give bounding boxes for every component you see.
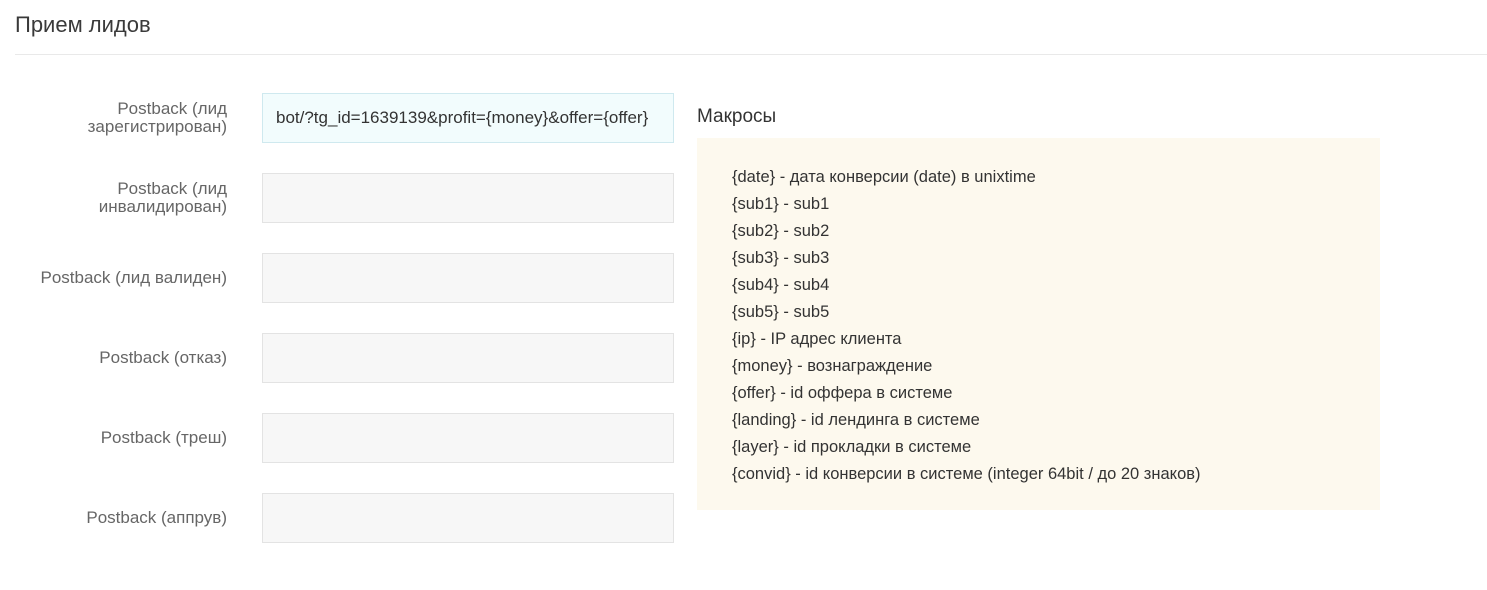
macros-panel: {date} - дата конверсии (date) в unixtim… — [697, 138, 1380, 510]
postback-row-valid: Postback (лид валиден) — [0, 253, 680, 303]
postback-row-approved: Postback (аппрув) — [0, 493, 680, 543]
postback-row-rejected: Postback (отказ) — [0, 333, 680, 383]
macro-item: {sub3} - sub3 — [732, 249, 830, 267]
postback-label-rejected: Postback (отказ) — [99, 348, 227, 367]
page-title: Прием лидов — [15, 12, 151, 37]
macro-item: {money} - вознаграждение — [732, 357, 933, 375]
postback-label-trash: Postback (треш) — [100, 428, 227, 447]
macro-item: {sub4} - sub4 — [732, 276, 830, 294]
postback-input-trash[interactable] — [262, 413, 674, 463]
macro-item: {convid} - id конверсии в системе (integ… — [732, 465, 1201, 483]
macros-title: Макросы — [697, 106, 777, 127]
postback-input-approved[interactable] — [262, 493, 674, 543]
postback-input-valid[interactable] — [262, 253, 674, 303]
macro-item: {ip} - IP адрес клиента — [732, 330, 902, 348]
postback-label-invalidated: Postback (лид инвалидирован) — [98, 179, 227, 216]
postback-label-approved: Postback (аппрув) — [86, 508, 227, 527]
macro-item: {landing} - id лендинга в системе — [732, 411, 980, 429]
macro-item: {sub2} - sub2 — [732, 222, 830, 240]
postback-row-trash: Postback (треш) — [0, 413, 680, 463]
header-divider — [15, 54, 1487, 55]
macro-item: {offer} - id оффера в системе — [732, 384, 953, 402]
postback-input-registered[interactable] — [262, 93, 674, 143]
macro-item: {sub5} - sub5 — [732, 303, 830, 321]
postback-input-invalidated[interactable] — [262, 173, 674, 223]
postback-row-invalidated: Postback (лид инвалидирован) — [0, 173, 680, 223]
postback-label-valid: Postback (лид валиден) — [40, 268, 227, 287]
postback-input-rejected[interactable] — [262, 333, 674, 383]
macro-item: {sub1} - sub1 — [732, 195, 830, 213]
macro-item: {date} - дата конверсии (date) в unixtim… — [732, 168, 1036, 186]
postback-label-registered: Postback (лид зарегистрирован) — [87, 99, 227, 136]
macro-item: {layer} - id прокладки в системе — [732, 438, 972, 456]
postback-row-registered: Postback (лид зарегистрирован) — [0, 93, 680, 143]
